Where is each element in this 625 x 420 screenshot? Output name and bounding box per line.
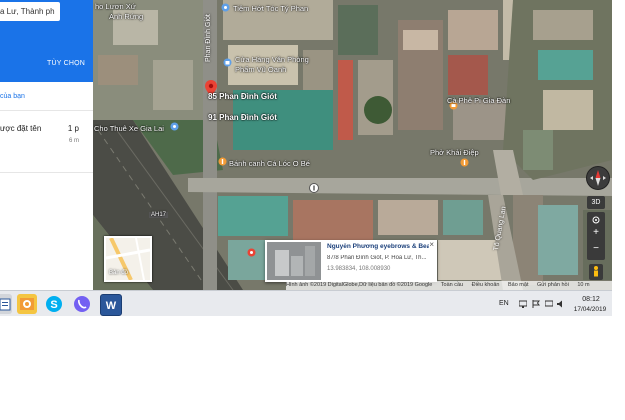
street-label: Phan Đình Giót bbox=[205, 14, 212, 62]
your-places-link[interactable]: của bạn bbox=[0, 93, 25, 100]
compass-icon bbox=[590, 170, 606, 186]
taskbar: S W EN 08:12 17/04/2019 bbox=[0, 290, 612, 316]
place-address: 87/8 Phan Đình Giót, P. Hoa Lư, Th... bbox=[327, 255, 427, 261]
imagery-credit: Hình ảnh ©2019 DigitalGlobe,Dữ liệu bản … bbox=[286, 282, 433, 288]
language-indicator[interactable]: EN bbox=[499, 300, 509, 307]
barber-place-icon[interactable] bbox=[221, 3, 230, 14]
address-label-91[interactable]: 91 Phan Đình Giót bbox=[208, 113, 277, 122]
file-explorer-icon[interactable] bbox=[0, 294, 12, 314]
map-type-toggle[interactable]: Bản đồ bbox=[104, 236, 152, 282]
place-title[interactable]: Nguyễn Phương eyebrows & Beau... bbox=[327, 243, 429, 250]
route-duration: 1 p bbox=[67, 124, 79, 133]
place-label-noodle[interactable]: Bánh canh Cá Lóc O Bé bbox=[229, 159, 310, 168]
highway-label: AH17 bbox=[149, 212, 169, 218]
word-icon[interactable]: W bbox=[100, 294, 122, 316]
map-attribution: Hình ảnh ©2019 DigitalGlobe,Dữ liệu bản … bbox=[286, 281, 612, 290]
place-label-cafe[interactable]: Cà Phê Pi Gia Đàn bbox=[447, 96, 510, 105]
divider bbox=[0, 110, 93, 111]
car-rental-place-icon[interactable] bbox=[170, 122, 179, 133]
route-name[interactable]: ược đặt tên bbox=[0, 124, 41, 133]
side-panel: TÙY CHỌN của bạn ược đặt tên 1 p 6 m bbox=[0, 0, 94, 290]
map-type-label: Bản đồ bbox=[109, 270, 129, 276]
place-coordinates: 13.983834, 108.008930 bbox=[327, 266, 391, 272]
zoom-out-button[interactable]: − bbox=[587, 243, 605, 254]
word-letter: W bbox=[106, 300, 117, 312]
map-label: Anh Rứng bbox=[109, 12, 144, 21]
compass-control[interactable] bbox=[586, 166, 610, 190]
pegman-icon[interactable] bbox=[589, 264, 603, 280]
shopping-place-icon[interactable] bbox=[223, 58, 232, 69]
place-label-car-rental[interactable]: Cho Thuê Xe Gia Lai bbox=[94, 124, 164, 133]
flag-icon[interactable] bbox=[532, 300, 540, 308]
network-icon[interactable] bbox=[519, 300, 527, 308]
volume-icon[interactable] bbox=[557, 300, 565, 308]
viber-icon[interactable] bbox=[72, 294, 92, 314]
info-marker-icon[interactable] bbox=[309, 183, 319, 193]
divider bbox=[0, 172, 93, 173]
zoom-in-button[interactable]: + bbox=[587, 227, 605, 238]
zoom-control: + − bbox=[587, 212, 605, 260]
clock-time[interactable]: 08:12 bbox=[571, 296, 611, 303]
restaurant-place-icon[interactable] bbox=[460, 158, 469, 169]
side-panel-header: TÙY CHỌN bbox=[0, 0, 93, 82]
privacy-link[interactable]: Bảo mật bbox=[508, 282, 528, 288]
terms-link[interactable]: Điều khoản bbox=[472, 282, 500, 288]
route-distance: 6 m bbox=[68, 138, 79, 144]
clock-date[interactable]: 17/04/2019 bbox=[568, 306, 612, 313]
search-input[interactable] bbox=[0, 2, 60, 21]
photos-icon[interactable] bbox=[17, 294, 37, 314]
location-target-icon[interactable] bbox=[587, 214, 605, 226]
tilt-3d-button[interactable]: 3D bbox=[587, 196, 605, 209]
place-pin-icon[interactable] bbox=[247, 248, 256, 259]
skype-icon[interactable]: S bbox=[44, 294, 64, 314]
place-photo[interactable] bbox=[267, 242, 321, 280]
skype-letter: S bbox=[50, 299, 57, 311]
place-label-barber[interactable]: Tiệm Hớt Tóc Tý Phan bbox=[233, 4, 308, 13]
restaurant-place-icon[interactable] bbox=[218, 157, 227, 168]
close-icon[interactable]: × bbox=[429, 240, 434, 249]
monitor-icon[interactable] bbox=[545, 300, 553, 308]
screen: TÙY CHỌN của bạn ược đặt tên 1 p 6 m bbox=[0, 0, 612, 316]
address-label-85[interactable]: 85 Phan Đình Giót bbox=[208, 92, 277, 101]
place-info-card[interactable]: Nguyễn Phương eyebrows & Beau... 87/8 Ph… bbox=[265, 240, 437, 282]
place-label-pho[interactable]: Phở Khải Điệp bbox=[430, 148, 479, 157]
place-label-stationery-2[interactable]: Phẩm Vũ Oanh bbox=[235, 65, 286, 74]
country-link[interactable]: Toàn cầu bbox=[441, 282, 463, 288]
map-label: ho Lươn Xứ bbox=[95, 2, 136, 11]
scale-label: 10 m bbox=[577, 282, 590, 288]
feedback-link[interactable]: Gửi phản hồi bbox=[537, 282, 569, 288]
satellite-map[interactable]: ho Lươn Xứ Anh Rứng Phan Đình Giót Tiệm … bbox=[93, 0, 612, 290]
place-label-stationery[interactable]: Cửa Hàng Văn Phòng bbox=[235, 55, 309, 64]
options-button[interactable]: TÙY CHỌN bbox=[47, 60, 85, 67]
